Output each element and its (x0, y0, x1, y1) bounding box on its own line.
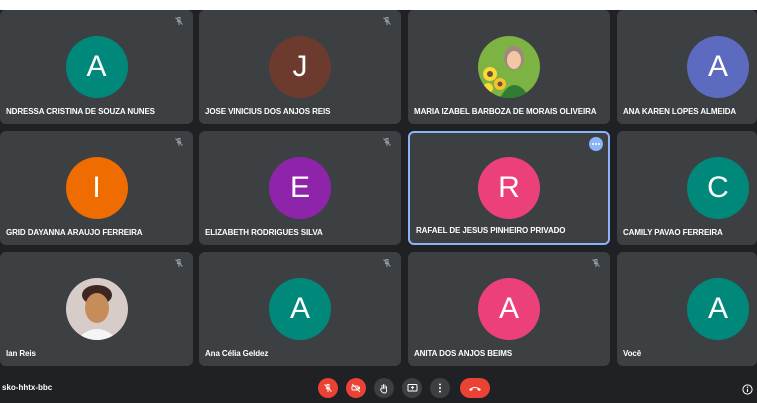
camera-toggle-button[interactable] (346, 378, 366, 398)
avatar: I (65, 157, 128, 219)
participant-name: ANITA DOS ANJOS BEIMS (414, 349, 513, 358)
participant-name: lan Reis (6, 349, 36, 358)
avatar: C (687, 157, 749, 219)
participant-tile[interactable]: lan Reis (0, 252, 193, 366)
avatar: J (269, 36, 331, 98)
avatar: A (687, 36, 749, 98)
mic-off-icon (173, 15, 185, 27)
top-strip (0, 0, 757, 10)
participant-name: GRID DAYANNA ARAUJO FERREIRA (6, 228, 143, 237)
participant-name: JOSE VINICIUS DOS ANJOS REIS (205, 107, 331, 116)
raise-hand-button[interactable] (374, 378, 394, 398)
hangup-icon (469, 386, 481, 391)
participant-tile[interactable]: MARIA IZABEL BARBOZA DE MORAIS OLIVEIRA (408, 10, 610, 124)
present-screen-button[interactable] (402, 378, 422, 398)
mic-off-icon (381, 136, 393, 148)
participant-tile[interactable]: C CAMILY PAVAO FERREIRA (617, 131, 757, 245)
participant-name: Você (623, 349, 642, 358)
camera-off-icon (351, 383, 361, 393)
participant-name: CAMILY PAVAO FERREIRA (623, 228, 723, 237)
mic-toggle-button[interactable] (318, 378, 338, 398)
meeting-code: sko-hhtx-bbc (2, 383, 53, 392)
mic-off-icon (381, 257, 393, 269)
present-screen-icon (407, 384, 417, 392)
avatar: E (269, 157, 331, 219)
more-options-icon[interactable] (589, 137, 603, 151)
participant-name: ELIZABETH RODRIGUES SILVA (205, 228, 323, 237)
avatar: A (65, 36, 128, 98)
participant-tile-self[interactable]: A Você (617, 252, 757, 366)
more-options-button[interactable] (430, 378, 450, 398)
mic-off-icon (590, 257, 602, 269)
avatar: R (478, 157, 540, 219)
participant-tile[interactable]: I GRID DAYANNA ARAUJO FERREIRA (0, 131, 193, 245)
control-bar: sko-hhtx-bbc (0, 372, 757, 403)
participant-tile[interactable]: A NDRESSA CRISTINA DE SOUZA NUNES (0, 10, 193, 124)
participant-tile[interactable]: E ELIZABETH RODRIGUES SILVA (199, 131, 401, 245)
participant-name: Ana Célia Geldez (205, 349, 269, 358)
participant-name: MARIA IZABEL BARBOZA DE MORAIS OLIVEIRA (414, 107, 597, 116)
mic-off-icon (173, 136, 185, 148)
participant-tile[interactable]: J JOSE VINICIUS DOS ANJOS REIS (199, 10, 401, 124)
participant-tile-active[interactable]: R RAFAEL DE JESUS PINHEIRO PRIVADO (408, 131, 610, 245)
avatar: A (269, 278, 331, 340)
participant-tile[interactable]: A Ana Célia Geldez (199, 252, 401, 366)
leave-call-button[interactable] (460, 378, 490, 398)
participant-name: NDRESSA CRISTINA DE SOUZA NUNES (6, 107, 155, 116)
mic-off-icon (381, 15, 393, 27)
participant-photo (65, 278, 128, 340)
participant-photo (478, 36, 540, 98)
mic-off-icon (173, 257, 185, 269)
info-icon (742, 384, 753, 395)
participant-name: ANA KAREN LOPES ALMEIDA (623, 107, 737, 116)
mic-off-icon (324, 384, 332, 392)
avatar: A (687, 278, 749, 340)
more-vert-icon (439, 383, 441, 393)
meet-window: A NDRESSA CRISTINA DE SOUZA NUNES J JOSE… (0, 0, 757, 403)
raise-hand-icon (380, 383, 388, 393)
avatar: A (478, 278, 540, 340)
participant-tile[interactable]: A ANITA DOS ANJOS BEIMS (408, 252, 610, 366)
participant-name: RAFAEL DE JESUS PINHEIRO PRIVADO (416, 226, 566, 235)
participant-tile[interactable]: A ANA KAREN LOPES ALMEIDA (617, 10, 757, 124)
meeting-info-button[interactable] (742, 382, 753, 395)
